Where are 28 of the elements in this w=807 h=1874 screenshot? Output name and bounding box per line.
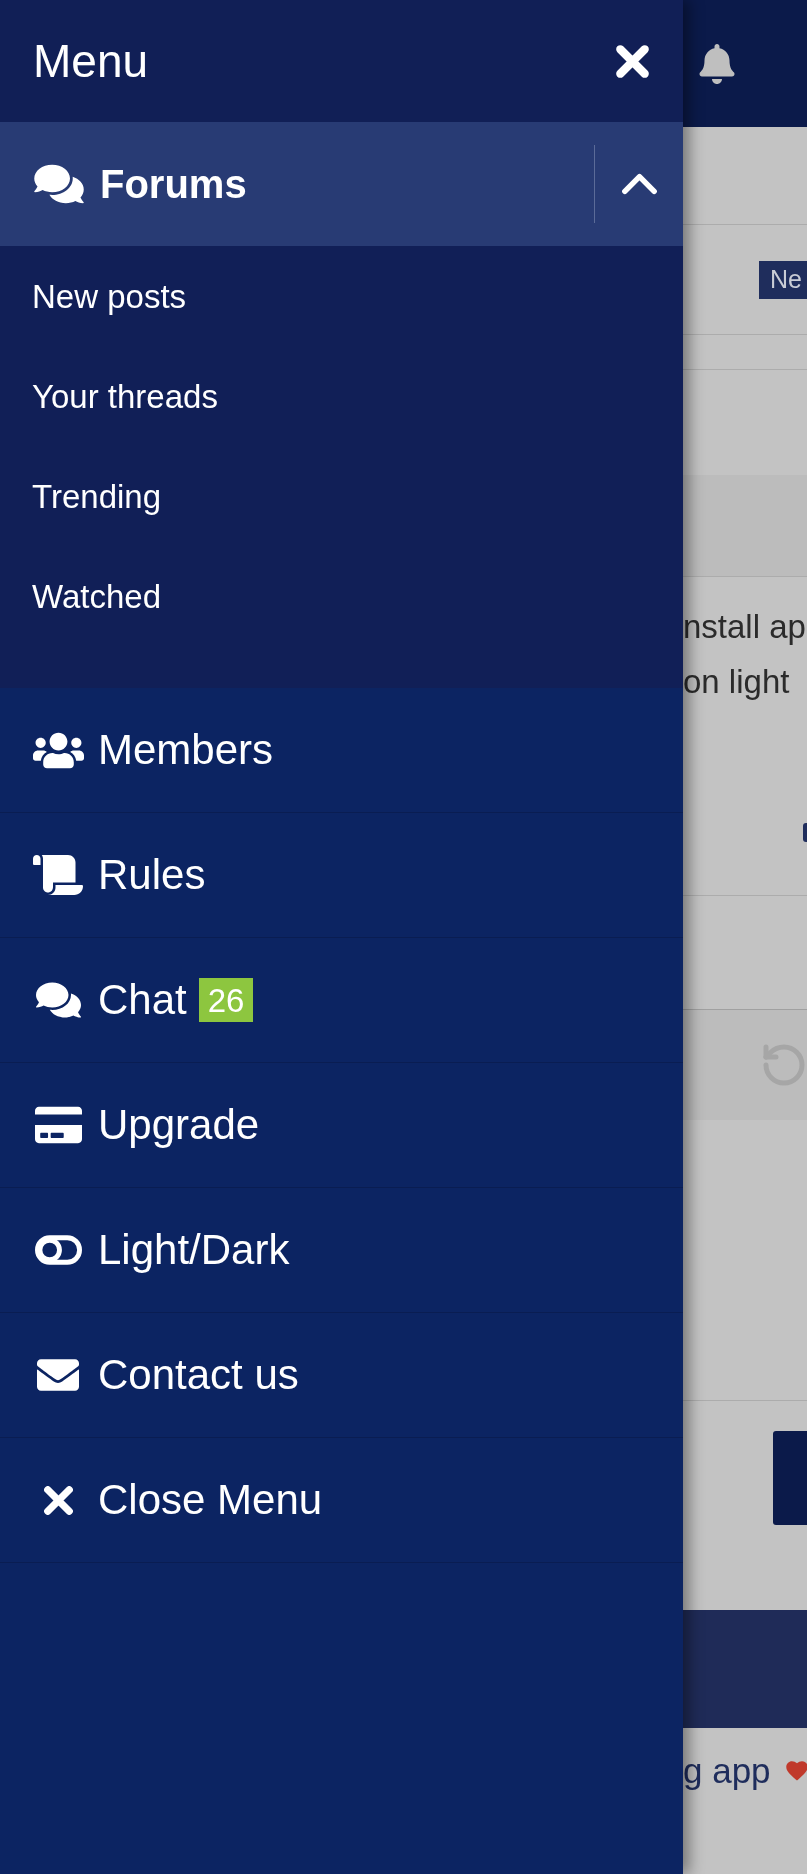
submenu-link[interactable]: Trending xyxy=(0,446,683,546)
menu-item[interactable]: Close Menu xyxy=(0,1438,683,1563)
toggle-icon xyxy=(34,1235,82,1265)
submenu-link[interactable]: New posts xyxy=(0,246,683,346)
close-icon xyxy=(43,1485,73,1515)
submenu-link[interactable]: Watched xyxy=(0,546,683,646)
post-snippet: nstall ap xyxy=(683,607,807,647)
chat-bubbles-icon xyxy=(34,162,84,206)
button-edge[interactable] xyxy=(803,823,807,842)
submenu-link[interactable]: Your threads xyxy=(0,346,683,446)
menu-item[interactable]: Contact us xyxy=(0,1313,683,1438)
credit-card-icon xyxy=(34,1104,82,1146)
heart-icon xyxy=(785,1761,807,1781)
menu-item[interactable]: Rules xyxy=(0,813,683,938)
menu-item[interactable]: Members xyxy=(0,688,683,813)
count-badge: 26 xyxy=(198,978,254,1022)
post-snippet: on light xyxy=(683,662,791,702)
status-badge: Ne xyxy=(759,260,807,299)
menu-item[interactable]: Upgrade xyxy=(0,1063,683,1188)
notification-bell-icon[interactable] xyxy=(699,43,735,84)
thread-title-fragment: g app xyxy=(683,1750,771,1792)
menu-item[interactable]: Chat 26 xyxy=(0,938,683,1063)
scroll-icon xyxy=(33,855,83,895)
close-icon xyxy=(616,44,649,78)
forums-link[interactable]: Forums xyxy=(0,122,594,246)
chat-bubbles-icon xyxy=(35,980,81,1020)
menu-title: Menu xyxy=(33,38,149,84)
menu-item[interactable]: Light/Dark xyxy=(0,1188,683,1313)
